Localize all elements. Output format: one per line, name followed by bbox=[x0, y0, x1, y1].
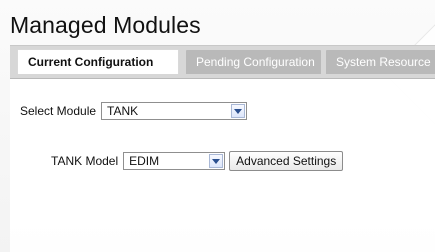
tank-model-select-value: EDIM bbox=[129, 154, 160, 168]
chevron-down-icon-shape bbox=[234, 109, 243, 114]
tab-current-configuration[interactable]: Current Configuration bbox=[17, 49, 179, 74]
tab-pending-configuration[interactable]: Pending Configuration bbox=[186, 50, 321, 74]
module-select[interactable]: TANK bbox=[101, 102, 248, 120]
tank-model-label: TANK Model bbox=[51, 154, 119, 168]
tab-bar: Current Configuration Pending Configurat… bbox=[10, 45, 435, 79]
managed-modules-window: Managed Modules Current Configuration Pe… bbox=[0, 0, 435, 252]
tank-model-select[interactable]: EDIM bbox=[123, 152, 226, 170]
page-title: Managed Modules bbox=[10, 12, 201, 38]
select-module-label: Select Module bbox=[20, 104, 97, 118]
advanced-settings-button[interactable]: Advanced Settings bbox=[229, 151, 344, 171]
chevron-down-icon[interactable] bbox=[209, 154, 224, 168]
select-module-row: Select Module TANK bbox=[20, 100, 248, 122]
tank-model-row: TANK Model EDIM Advanced Settings bbox=[51, 150, 344, 172]
chevron-down-icon-shape bbox=[212, 159, 221, 164]
tab-system-resource[interactable]: System Resource bbox=[326, 50, 435, 74]
module-select-value: TANK bbox=[107, 104, 139, 118]
chevron-down-icon[interactable] bbox=[231, 104, 246, 118]
